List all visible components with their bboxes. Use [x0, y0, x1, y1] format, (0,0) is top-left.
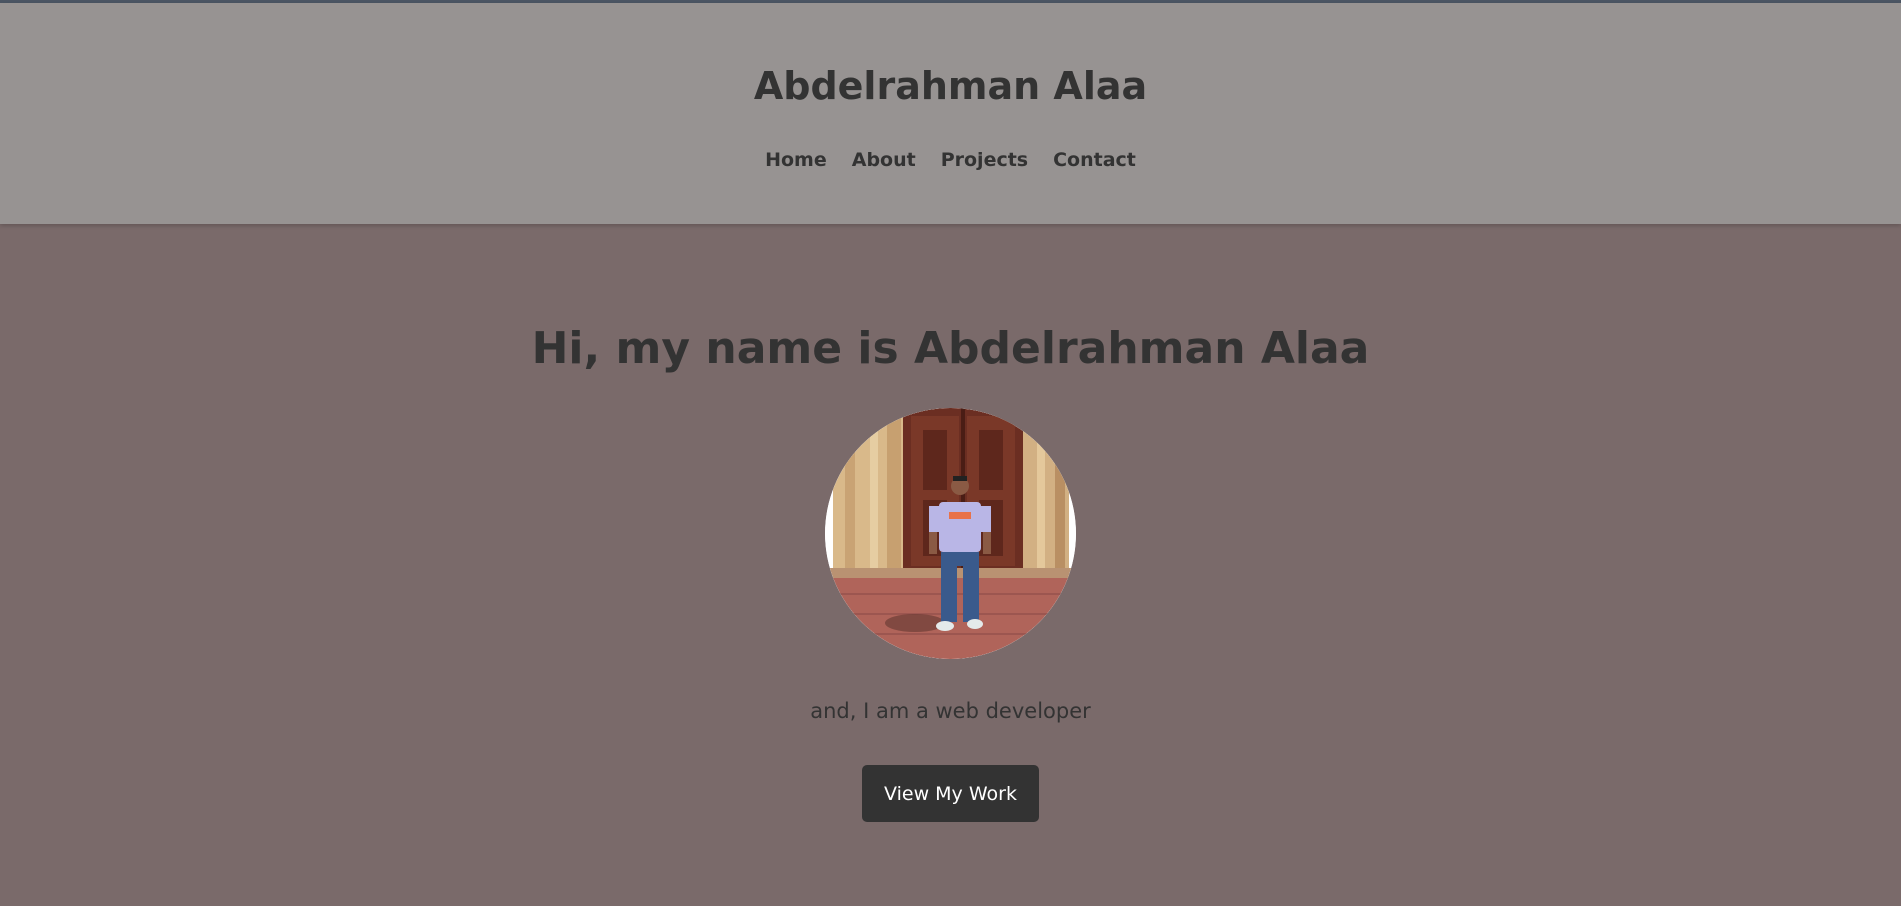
- nav-link-about[interactable]: About: [852, 145, 916, 175]
- site-title: Abdelrahman Alaa: [753, 64, 1148, 108]
- nav-link-contact[interactable]: Contact: [1053, 145, 1136, 175]
- site-header: Abdelrahman Alaa Home About Projects Con…: [0, 3, 1901, 224]
- main-nav: Home About Projects Contact: [0, 145, 1901, 175]
- hero-section: Hi, my name is Abdelrahman Alaa and, I a…: [0, 224, 1901, 906]
- profile-photo-illustration: [825, 408, 1076, 659]
- hero-heading: Hi, my name is Abdelrahman Alaa: [531, 323, 1370, 374]
- hero-tagline: and, I am a web developer: [810, 699, 1091, 723]
- profile-photo: [825, 408, 1076, 659]
- view-my-work-button[interactable]: View My Work: [862, 765, 1039, 822]
- nav-link-home[interactable]: Home: [765, 145, 827, 175]
- nav-link-projects[interactable]: Projects: [941, 145, 1028, 175]
